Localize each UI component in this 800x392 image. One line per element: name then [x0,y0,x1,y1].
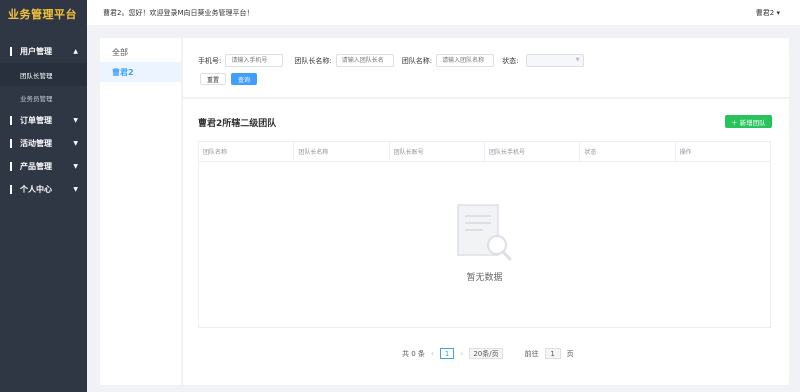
tree-node-all[interactable]: 全部 [100,42,181,62]
table-header: 团队名称 团队长名称 团队长账号 团队长手机号 状态 操作 [199,142,770,162]
welcome-text: 曹君2。您好！欢迎登录M向日葵业务管理平台！ [103,8,254,17]
search-form: 手机号: 团队长名称: 团队名称: 状态: ▼ [198,54,585,67]
menu-user-management[interactable]: 用户管理 ▲ [0,40,87,63]
column-status: 状态 [580,142,676,161]
top-header: 曹君2。您好！欢迎登录M向日葵业务管理平台！ 曹君2 ▾ [87,0,800,25]
menu-label: 订单管理 [20,116,52,125]
menu-bar-icon [10,185,12,194]
status-select[interactable]: ▼ [526,54,585,67]
reset-button[interactable]: 重置 [200,73,227,85]
column-leader-phone: 团队长手机号 [485,142,581,161]
menu-label: 产品管理 [20,162,52,171]
submenu-salesman[interactable]: 业务员管理 [0,86,87,109]
team-name-input[interactable] [436,54,495,67]
menu-label: 活动管理 [20,139,52,148]
divider [183,97,789,99]
total-count: 共 0 条 [402,349,425,358]
chevron-down-icon: ▼ [73,117,78,124]
page-number-current[interactable]: 1 [440,348,455,359]
leader-name-label: 团队长名称: [294,56,332,65]
menu-activity-management[interactable]: 活动管理 ▼ [0,132,87,155]
menu-label: 用户管理 [20,47,52,56]
column-leader-name: 团队长名称 [294,142,390,161]
goto-label: 前往 [524,349,539,358]
chevron-down-icon: ▼ [73,186,78,193]
prev-page-icon[interactable]: ‹ [431,349,434,358]
menu-bar-icon [10,47,12,56]
empty-state: 暂无数据 [199,202,770,283]
column-leader-account: 团队长账号 [390,142,485,161]
no-data-icon [456,204,511,261]
chevron-down-icon: ▼ [73,163,78,170]
leader-name-input[interactable] [335,54,394,67]
section-title: 曹君2所辖二级团队 [198,119,277,129]
submenu-team-leader[interactable]: 团队长管理 [0,63,87,86]
next-page-icon[interactable]: › [460,349,463,358]
add-team-button[interactable]: ＋ 新增团队 [725,115,772,128]
menu-product-management[interactable]: 产品管理 ▼ [0,155,87,178]
main-panel: 手机号: 团队长名称: 团队名称: 状态: ▼ 重置 查询 曹君2所辖二级团队 … [183,38,789,385]
menu-group-user: 用户管理 ▲ 团队长管理 业务员管理 [0,40,87,109]
menu-bar-icon [10,162,12,171]
pagination: 共 0 条 ‹ 1 › 20条/页 前往 1 页 [402,348,574,359]
chevron-down-icon: ▼ [575,57,580,63]
column-actions: 操作 [679,149,692,156]
phone-input[interactable] [225,54,284,67]
query-button[interactable]: 查询 [231,73,258,85]
phone-label: 手机号: [198,56,222,65]
empty-text: 暂无数据 [466,273,503,283]
menu-bar-icon [10,116,12,125]
search-actions: 重置 查询 [200,73,258,85]
team-table: 团队名称 团队长名称 团队长账号 团队长手机号 状态 操作 暂无数据 [198,141,771,328]
app-logo: 业务管理平台 [8,8,77,21]
user-dropdown[interactable]: 曹君2 ▾ [756,8,780,18]
chevron-up-icon: ▲ [73,48,78,55]
column-team-name: 团队名称 [199,142,295,161]
chevron-down-icon: ▼ [73,140,78,147]
tree-node-selected[interactable]: 曹君2 [100,62,181,82]
menu-personal-center[interactable]: 个人中心 ▼ [0,178,87,201]
menu-order-management[interactable]: 订单管理 ▼ [0,109,87,132]
goto-page-input[interactable]: 1 [544,348,561,359]
team-tree-panel: 全部 曹君2 [100,38,181,385]
menu-label: 个人中心 [20,185,52,194]
page-unit-label: 页 [566,349,574,358]
page-size-select[interactable]: 20条/页 [469,348,503,359]
team-name-label: 团队名称: [401,56,433,65]
menu-bar-icon [10,139,12,148]
sidebar: 业务管理平台 用户管理 ▲ 团队长管理 业务员管理 订单管理 ▼ 活动管理 ▼ … [0,0,87,392]
status-label: 状态: [502,56,519,65]
